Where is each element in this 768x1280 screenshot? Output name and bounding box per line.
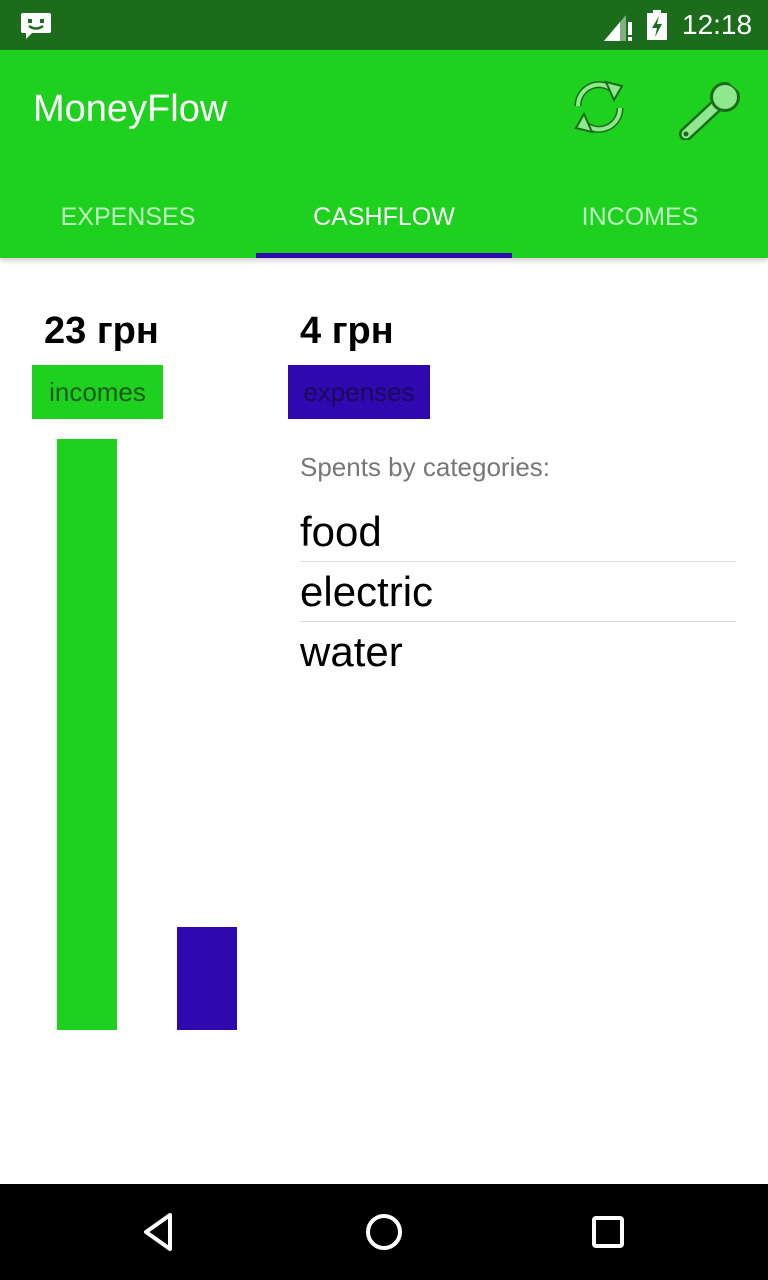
status-time: 12:18 (682, 9, 753, 40)
back-icon[interactable] (134, 1206, 186, 1258)
expense-bar (177, 927, 237, 1030)
expenses-legend: expenses (288, 365, 430, 419)
expense-amount: 4 грн (300, 310, 394, 352)
home-icon[interactable] (358, 1206, 410, 1258)
incomes-legend: incomes (32, 365, 163, 419)
app-bar: MoneyFlow EXPENSES CASHFLOW INCOMES (0, 50, 768, 258)
signal-icon (604, 15, 632, 41)
category-item-electric[interactable]: electric (300, 562, 736, 622)
navigation-bar (0, 1184, 768, 1280)
categories-heading: Spents by categories: (300, 452, 551, 482)
tab-incomes[interactable]: INCOMES (512, 176, 768, 258)
category-item-water[interactable]: water (300, 622, 736, 682)
income-bar (57, 439, 117, 1030)
app-title: MoneyFlow (33, 88, 228, 130)
category-list: food electric water (300, 502, 736, 682)
tab-bar: EXPENSES CASHFLOW INCOMES (0, 176, 768, 258)
income-amount: 23 грн (44, 310, 159, 352)
tab-cashflow[interactable]: CASHFLOW (256, 176, 512, 258)
tab-expenses[interactable]: EXPENSES (0, 176, 256, 258)
wrench-icon[interactable] (672, 74, 748, 140)
status-bar: 12:18 (0, 0, 768, 50)
category-item-food[interactable]: food (300, 502, 736, 562)
recent-apps-icon[interactable] (582, 1206, 634, 1258)
message-icon (21, 13, 51, 39)
refresh-icon[interactable] (566, 74, 632, 140)
battery-icon (647, 10, 667, 40)
